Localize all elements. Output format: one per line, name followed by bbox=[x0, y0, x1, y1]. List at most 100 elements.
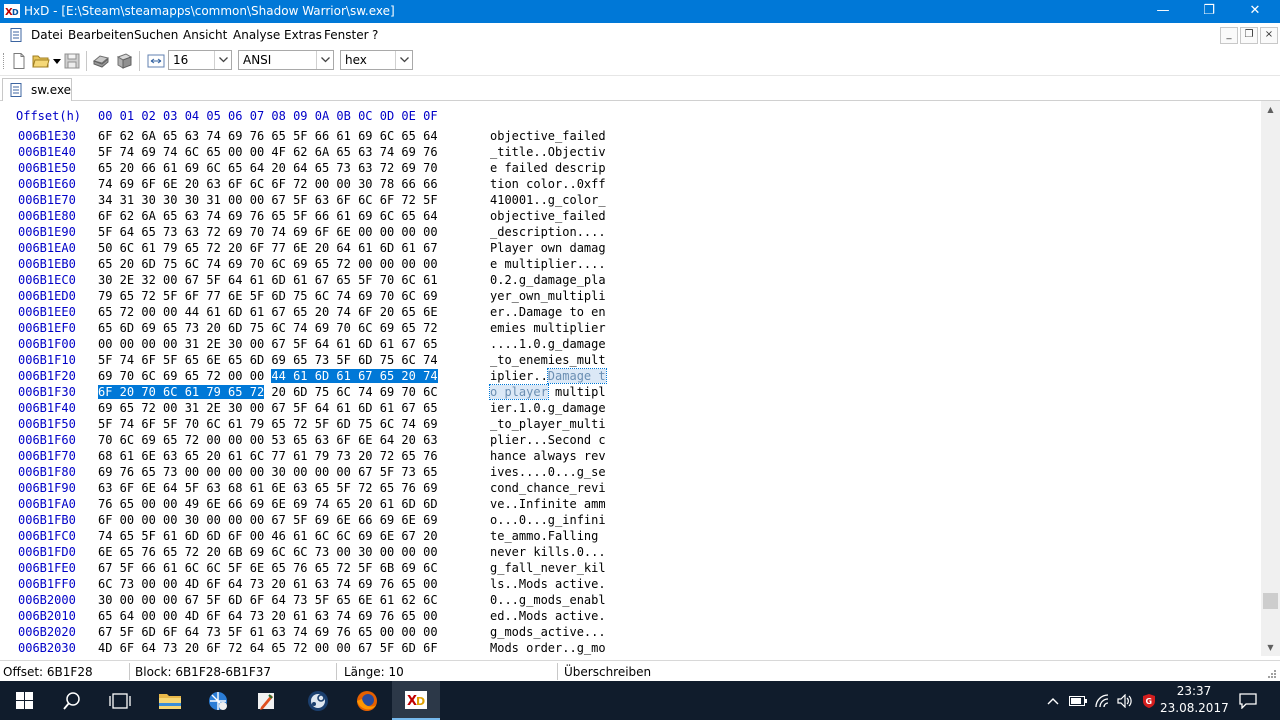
row-hex-bytes[interactable]: 6F 62 6A 65 63 74 69 76 65 5F 66 61 69 6… bbox=[98, 129, 438, 143]
row-hex-bytes[interactable]: 68 61 6E 63 65 20 61 6C 77 61 79 73 20 7… bbox=[98, 449, 438, 463]
document-close-button[interactable]: × bbox=[1260, 27, 1278, 44]
hex-row[interactable]: 006B1E90 5F 64 65 73 63 72 69 70 74 69 6F… bbox=[0, 225, 1261, 241]
row-ascii-text[interactable]: yer_own_multipli bbox=[490, 289, 606, 303]
row-ascii-text[interactable]: plier...Second c bbox=[490, 433, 606, 447]
row-hex-bytes[interactable]: 65 20 6D 75 6C 74 69 70 6C 69 65 72 00 0… bbox=[98, 257, 438, 271]
row-hex-bytes[interactable]: 69 76 65 73 00 00 00 00 30 00 00 00 67 5… bbox=[98, 465, 438, 479]
selected-bytes[interactable]: 6F 20 70 6C 61 79 65 72 bbox=[98, 385, 265, 399]
bytes-per-row-select[interactable]: 16 bbox=[168, 50, 232, 70]
firefox-taskbar-button[interactable] bbox=[343, 681, 391, 720]
row-ascii-text[interactable]: ives....0...g_se bbox=[490, 465, 606, 479]
print-icon[interactable] bbox=[92, 52, 110, 70]
hex-row[interactable]: 006B1FD0 6E 65 76 65 72 20 6B 69 6C 6C 73… bbox=[0, 545, 1261, 561]
hex-row[interactable]: 006B1E50 65 20 66 61 69 6C 65 64 20 64 65… bbox=[0, 161, 1261, 177]
row-hex-bytes[interactable]: 69 65 72 00 31 2E 30 00 67 5F 64 61 6D 6… bbox=[98, 401, 438, 415]
charset-select[interactable]: ANSI bbox=[238, 50, 334, 70]
hex-row[interactable]: 006B1FB0 6F 00 00 00 30 00 00 00 67 5F 69… bbox=[0, 513, 1261, 529]
open-dropdown-icon[interactable] bbox=[53, 59, 61, 65]
selected-bytes[interactable]: 44 61 6D 61 67 65 20 74 bbox=[271, 369, 438, 383]
task-view-button[interactable] bbox=[96, 681, 144, 720]
row-ascii-text[interactable]: Mods order..g_mo bbox=[490, 641, 606, 655]
row-ascii-text[interactable]: ier.1.0.g_damage bbox=[490, 401, 606, 415]
row-hex-bytes[interactable]: 5F 74 6F 5F 70 6C 61 79 65 72 5F 6D 75 6… bbox=[98, 417, 438, 431]
document-minimize-button[interactable]: _ bbox=[1220, 27, 1238, 44]
selected-ascii[interactable]: o player bbox=[489, 384, 549, 400]
minimize-button[interactable]: — bbox=[1140, 0, 1186, 23]
row-hex-bytes[interactable]: 6C 73 00 00 4D 6F 64 73 20 61 63 74 69 7… bbox=[98, 577, 438, 591]
row-hex-bytes[interactable]: 67 5F 66 61 6C 6C 5F 6E 65 76 65 72 5F 6… bbox=[98, 561, 438, 575]
row-ascii-text[interactable]: objective_failed bbox=[490, 209, 606, 223]
row-hex-bytes[interactable]: 79 65 72 5F 6F 77 6E 5F 6D 75 6C 74 69 7… bbox=[98, 289, 438, 303]
row-ascii-text[interactable]: g_mods_active... bbox=[490, 625, 606, 639]
row-ascii-text[interactable]: te_ammo.Falling bbox=[490, 529, 606, 543]
row-ascii-text[interactable]: 0...g_mods_enabl bbox=[490, 593, 606, 607]
row-ascii-text[interactable]: _description.... bbox=[490, 225, 606, 239]
row-ascii-text[interactable]: 410001..g_color_ bbox=[490, 193, 606, 207]
row-hex-bytes[interactable]: 65 72 00 00 44 61 6D 61 67 65 20 74 6F 2… bbox=[98, 305, 438, 319]
restore-button[interactable]: ❐ bbox=[1186, 0, 1232, 23]
hex-row[interactable]: 006B1EF0 65 6D 69 65 73 20 6D 75 6C 74 69… bbox=[0, 321, 1261, 337]
row-hex-bytes[interactable]: 30 00 00 00 67 5F 6D 6F 64 73 5F 65 6E 6… bbox=[98, 593, 438, 607]
hex-row[interactable]: 006B1F60 70 6C 69 65 72 00 00 00 53 65 63… bbox=[0, 433, 1261, 449]
row-hex-bytes[interactable]: 34 31 30 30 30 31 00 00 67 5F 63 6F 6C 6… bbox=[98, 193, 438, 207]
hex-row[interactable]: 006B1E70 34 31 30 30 30 31 00 00 67 5F 63… bbox=[0, 193, 1261, 209]
app-taskbar-button[interactable] bbox=[194, 681, 242, 720]
file-explorer-taskbar-button[interactable] bbox=[146, 681, 194, 720]
hex-row[interactable]: 006B1F30 6F 20 70 6C 61 79 65 72 20 6D 75… bbox=[0, 384, 1261, 401]
row-hex-bytes[interactable]: 6F 20 70 6C 61 79 65 72 20 6D 75 6C 74 6… bbox=[98, 385, 438, 399]
row-ascii-text[interactable]: ls..Mods active. bbox=[490, 577, 606, 591]
row-ascii-text[interactable]: e failed descrip bbox=[490, 161, 606, 175]
battery-tray-button[interactable] bbox=[1066, 681, 1090, 720]
document-restore-button[interactable]: ❐ bbox=[1240, 27, 1258, 44]
chevron-down-icon[interactable] bbox=[316, 51, 333, 69]
app-taskbar-button[interactable] bbox=[294, 681, 342, 720]
row-ascii-text[interactable]: iplier..Damage t bbox=[490, 368, 607, 384]
menu-ansicht[interactable]: Ansicht bbox=[183, 28, 227, 42]
hex-row[interactable]: 006B2010 65 64 00 00 4D 6F 64 73 20 61 63… bbox=[0, 609, 1261, 625]
row-hex-bytes[interactable]: 6F 00 00 00 30 00 00 00 67 5F 69 6E 66 6… bbox=[98, 513, 438, 527]
row-ascii-text[interactable]: e multiplier.... bbox=[490, 257, 606, 271]
hex-row[interactable]: 006B1F80 69 76 65 73 00 00 00 00 30 00 00… bbox=[0, 465, 1261, 481]
menu-bearbeiten[interactable]: Bearbeiten bbox=[68, 28, 134, 42]
row-hex-bytes[interactable]: 74 65 5F 61 6D 6D 6F 00 46 61 6C 6C 69 6… bbox=[98, 529, 438, 543]
row-ascii-text[interactable]: never kills.0... bbox=[490, 545, 606, 559]
scrollbar-thumb[interactable] bbox=[1263, 593, 1278, 609]
hex-row[interactable]: 006B1F10 5F 74 6F 5F 65 6E 65 6D 69 65 73… bbox=[0, 353, 1261, 369]
show-hidden-icons-button[interactable] bbox=[1043, 681, 1063, 720]
row-ascii-text[interactable]: o...0...g_infini bbox=[490, 513, 606, 527]
open-folder-icon[interactable] bbox=[32, 52, 50, 70]
selected-ascii[interactable]: Damage t bbox=[546, 368, 607, 384]
hex-row[interactable]: 006B1EE0 65 72 00 00 44 61 6D 61 67 65 20… bbox=[0, 305, 1261, 321]
row-ascii-text[interactable]: cond_chance_revi bbox=[490, 481, 606, 495]
row-ascii-text[interactable]: _title..Objectiv bbox=[490, 145, 606, 159]
resize-grip-icon[interactable] bbox=[1266, 667, 1276, 678]
row-ascii-text[interactable]: ....1.0.g_damage bbox=[490, 337, 606, 351]
hex-row[interactable]: 006B1E80 6F 62 6A 65 63 74 69 76 65 5F 66… bbox=[0, 209, 1261, 225]
save-icon[interactable] bbox=[63, 52, 81, 70]
hex-row[interactable]: 006B1FC0 74 65 5F 61 6D 6D 6F 00 46 61 6C… bbox=[0, 529, 1261, 545]
row-hex-bytes[interactable]: 65 6D 69 65 73 20 6D 75 6C 74 69 70 6C 6… bbox=[98, 321, 438, 335]
hex-row[interactable]: 006B1F40 69 65 72 00 31 2E 30 00 67 5F 64… bbox=[0, 401, 1261, 417]
volume-tray-button[interactable] bbox=[1114, 681, 1136, 720]
offset-base-select[interactable]: hex bbox=[340, 50, 413, 70]
menu-suchen[interactable]: Suchen bbox=[134, 28, 178, 42]
search-button[interactable] bbox=[48, 681, 96, 720]
row-ascii-text[interactable]: tion color..0xff bbox=[490, 177, 606, 191]
hex-row[interactable]: 006B1FF0 6C 73 00 00 4D 6F 64 73 20 61 63… bbox=[0, 577, 1261, 593]
menu-fenster[interactable]: Fenster bbox=[324, 28, 369, 42]
document-system-menu-icon[interactable] bbox=[9, 28, 23, 42]
taskbar-clock[interactable]: 23:37 23.08.2017 bbox=[1160, 683, 1229, 717]
row-hex-bytes[interactable]: 70 6C 69 65 72 00 00 00 53 65 63 6F 6E 6… bbox=[98, 433, 438, 447]
row-ascii-text[interactable]: 0.2.g_damage_pla bbox=[490, 273, 606, 287]
hex-row[interactable]: 006B1EC0 30 2E 32 00 67 5F 64 61 6D 61 67… bbox=[0, 273, 1261, 289]
hex-row[interactable]: 006B1EA0 50 6C 61 79 65 72 20 6F 77 6E 20… bbox=[0, 241, 1261, 257]
hex-row[interactable]: 006B1E30 6F 62 6A 65 63 74 69 76 65 5F 66… bbox=[0, 129, 1261, 145]
row-ascii-text[interactable]: hance always rev bbox=[490, 449, 606, 463]
hex-row[interactable]: 006B1FA0 76 65 00 00 49 6E 66 69 6E 69 74… bbox=[0, 497, 1261, 513]
hex-row[interactable]: 006B1F70 68 61 6E 63 65 20 61 6C 77 61 79… bbox=[0, 449, 1261, 465]
hex-row[interactable]: 006B1FE0 67 5F 66 61 6C 6C 5F 6E 65 76 65… bbox=[0, 561, 1261, 577]
properties-icon[interactable] bbox=[115, 52, 133, 70]
network-tray-button[interactable] bbox=[1092, 681, 1114, 720]
hex-editor[interactable]: Offset(h) 00 01 02 03 04 05 06 07 08 09 … bbox=[0, 101, 1261, 656]
row-hex-bytes[interactable]: 50 6C 61 79 65 72 20 6F 77 6E 20 64 61 6… bbox=[98, 241, 438, 255]
